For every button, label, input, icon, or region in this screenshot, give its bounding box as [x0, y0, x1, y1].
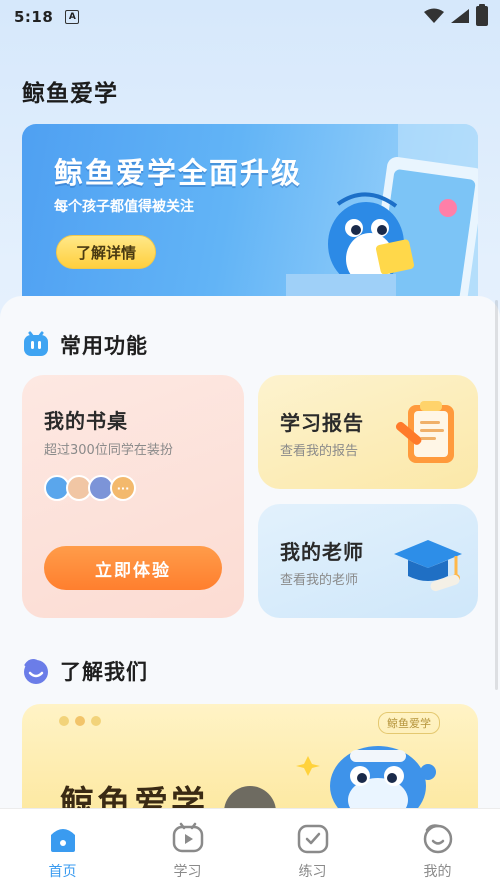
- play-button-icon[interactable]: [222, 784, 278, 808]
- tab-practice-label: 练习: [298, 864, 327, 880]
- try-now-button[interactable]: 立即体验: [44, 546, 222, 590]
- wifi-icon: [424, 8, 444, 23]
- tab-profile[interactable]: 我的: [375, 809, 500, 888]
- learn-more-button[interactable]: 了解详情: [56, 235, 156, 269]
- study-report-title: 学习报告: [280, 411, 364, 435]
- about-card-title: 鲸鱼爱学: [60, 784, 208, 808]
- bottom-tab-bar: 首页 学习 练习 我的: [0, 808, 500, 888]
- signal-icon: [451, 9, 469, 23]
- status-bar: 5:18 A: [0, 0, 500, 34]
- tab-study[interactable]: 学习: [125, 809, 250, 888]
- tab-study-label: 学习: [173, 864, 202, 880]
- more-avatars-badge: ···: [110, 475, 136, 501]
- study-report-subtitle: 查看我的报告: [280, 444, 359, 459]
- my-teacher-card[interactable]: 我的老师 查看我的老师: [258, 504, 478, 618]
- whale-mascot-illustration: [286, 124, 478, 310]
- battery-icon: [476, 4, 488, 26]
- page-title: 鲸鱼爱学: [22, 81, 118, 107]
- promo-banner[interactable]: 鲸鱼爱学全面升级 每个孩子都值得被关注 了解详情: [22, 124, 478, 310]
- functions-section-icon: [24, 331, 48, 356]
- about-section-title: 了解我们: [60, 660, 148, 684]
- section-header-about: 了解我们: [22, 656, 148, 686]
- play-icon: [172, 822, 203, 853]
- my-desk-card[interactable]: 我的书桌 超过300位同学在装扮 ··· 立即体验: [22, 375, 244, 618]
- my-desk-title: 我的书桌: [44, 409, 128, 433]
- profile-icon: [423, 824, 452, 854]
- functions-section-title: 常用功能: [60, 334, 148, 358]
- status-time: 5:18: [14, 8, 54, 26]
- check-icon: [297, 824, 328, 854]
- avatar-group: ···: [44, 475, 136, 501]
- status-indicators: [424, 4, 488, 26]
- decorative-dots: [59, 716, 101, 726]
- banner-title: 鲸鱼爱学全面升级: [54, 156, 303, 190]
- tab-profile-label: 我的: [423, 864, 452, 880]
- banner-subtitle: 每个孩子都值得被关注: [54, 199, 194, 215]
- my-teacher-subtitle: 查看我的老师: [280, 573, 359, 588]
- clipboard-icon: [395, 401, 454, 463]
- my-desk-subtitle: 超过300位同学在装扮: [44, 443, 173, 458]
- tab-home-label: 首页: [48, 864, 77, 880]
- my-teacher-title: 我的老师: [280, 540, 364, 564]
- whale-mascot-illustration: [296, 746, 436, 808]
- scrollbar[interactable]: [495, 300, 498, 690]
- section-header-functions: 常用功能: [22, 330, 148, 360]
- study-report-card[interactable]: 学习报告 查看我的报告: [258, 375, 478, 489]
- graduation-cap-icon: [394, 540, 462, 592]
- home-icon: [50, 829, 75, 852]
- about-us-card[interactable]: 鲸鱼爱学 鲸鱼爱学: [22, 704, 478, 808]
- tab-practice[interactable]: 练习: [250, 809, 375, 888]
- about-section-icon: [24, 659, 48, 684]
- tab-home[interactable]: 首页: [0, 809, 125, 888]
- notification-icon: A: [65, 10, 80, 24]
